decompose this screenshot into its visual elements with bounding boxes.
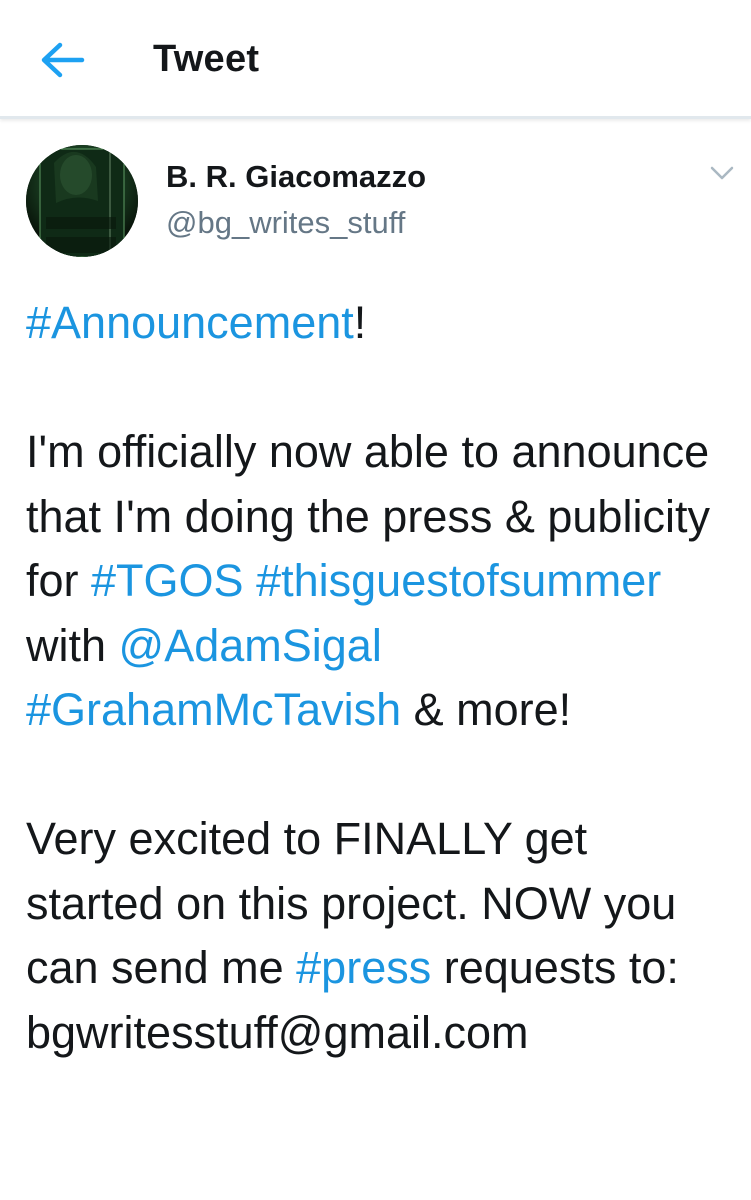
mention-adamsigal[interactable]: @AdamSigal (119, 620, 382, 671)
hashtag-grahammctavish[interactable]: #GrahamMcTavish (26, 684, 401, 735)
author-handle[interactable]: @bg_writes_stuff (166, 205, 405, 241)
text-more: & more! (401, 684, 572, 735)
tweet-options-button[interactable] (708, 163, 736, 183)
hashtag-tgos[interactable]: #TGOS (91, 555, 244, 606)
avatar[interactable] (26, 145, 138, 257)
arrow-left-icon (41, 42, 85, 78)
author-name[interactable]: B. R. Giacomazzo (166, 159, 426, 195)
text-exclaim: ! (353, 297, 367, 348)
tweet-text: #Announcement! I'm officially now able to… (26, 291, 736, 1065)
hashtag-press[interactable]: #press (296, 942, 431, 993)
hashtag-thisguestofsummer[interactable]: #thisguestofsummer (256, 555, 661, 606)
chevron-down-icon (710, 166, 734, 180)
top-app-bar: Tweet (0, 0, 751, 119)
page-title: Tweet (153, 38, 260, 80)
hashtag-announcement[interactable]: #Announcement (26, 297, 354, 348)
back-button[interactable] (36, 38, 88, 82)
tweet-detail: B. R. Giacomazzo @bg_writes_stuff #Annou… (0, 119, 751, 1200)
